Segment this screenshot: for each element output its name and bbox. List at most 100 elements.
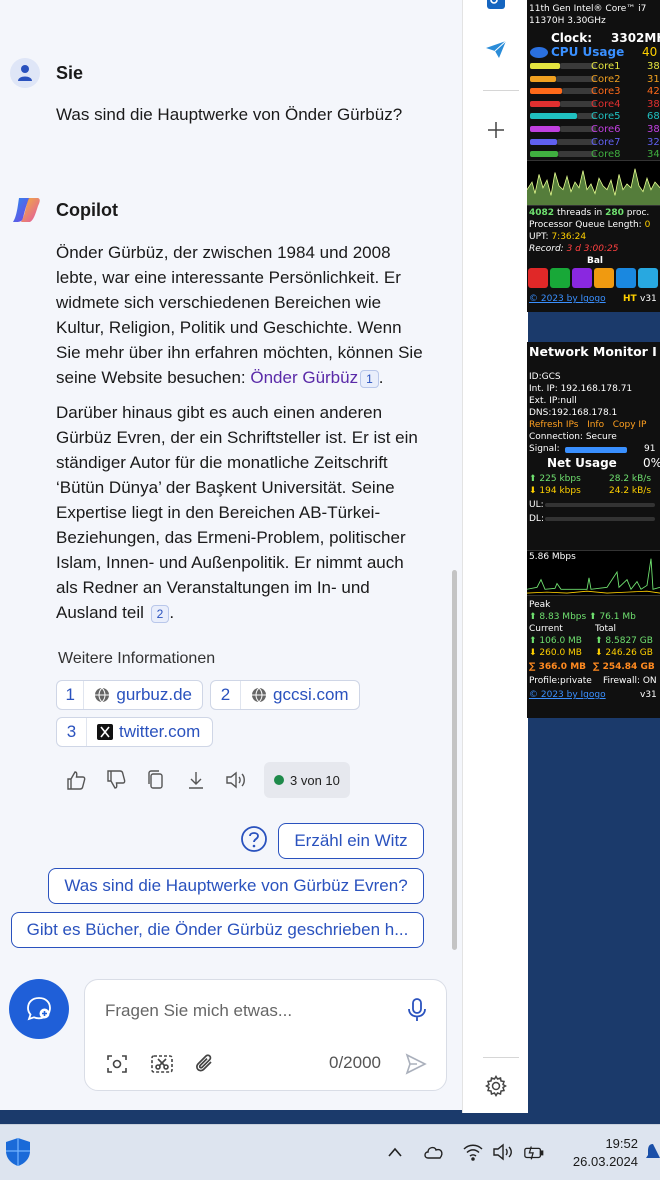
power-icon[interactable] [528, 268, 548, 288]
signal-value: 91 [644, 444, 656, 454]
add-icon[interactable] [485, 119, 507, 141]
dl-bar [545, 517, 655, 521]
system-clock[interactable]: 19:52 26.03.2024 [573, 1135, 638, 1171]
cloud-icon[interactable] [423, 1141, 445, 1163]
camera-scan-icon[interactable] [105, 1052, 129, 1076]
core-bar-track [556, 75, 596, 82]
battery-icon[interactable] [523, 1141, 545, 1163]
send-plane-icon[interactable] [485, 38, 507, 60]
core-value: 32 [647, 136, 660, 148]
speaker-icon[interactable] [224, 768, 248, 792]
cpu-usage-label: CPU Usage [551, 45, 625, 59]
chat-input[interactable]: Fragen Sie mich etwas... [105, 1001, 292, 1021]
download-speed: ⬇ 194 kbps [529, 486, 581, 496]
outlook-icon[interactable] [485, 0, 507, 14]
scrollbar[interactable] [452, 570, 457, 950]
status-dot [274, 775, 284, 785]
suggestion-button-2[interactable]: Was sind die Hauptwerke von Gürbüz Evren… [48, 868, 424, 904]
sum-total: ∑ 254.84 GB [593, 662, 655, 672]
wifi-icon[interactable] [462, 1141, 484, 1163]
paragraph-1-end: . [378, 368, 384, 387]
shutdown-icon[interactable] [594, 268, 614, 288]
uptime-line: UPT: 7:36:24 [529, 232, 587, 242]
total-download: ⬇ 246.26 GB [595, 648, 653, 658]
core-label: Core2 [591, 73, 621, 85]
suggestion-button-1[interactable]: Erzähl ein Witz [278, 823, 424, 859]
globe-icon [94, 687, 110, 703]
microphone-icon[interactable] [406, 997, 428, 1023]
core-value: 38 [647, 124, 660, 135]
screenshot-icon[interactable] [150, 1052, 174, 1076]
source-number: 3 [57, 718, 87, 746]
peak-label: Peak [529, 600, 551, 610]
core-label: Core1 [591, 61, 621, 72]
clock-time: 19:52 [605, 1136, 638, 1151]
paragraph-2-end: . [169, 603, 175, 622]
logoff-icon[interactable] [616, 268, 636, 288]
threads-line: 4082 threads in 280 proc. [529, 208, 650, 218]
volume-icon[interactable] [492, 1141, 514, 1163]
cpu-monitor-widget: 11th Gen Intel® Core™ i7 11370H 3.30GHz … [527, 0, 660, 312]
net-copyright-link[interactable]: © 2023 by Igogo [529, 690, 606, 701]
info-link[interactable]: Info [587, 420, 604, 430]
lock-icon[interactable] [638, 268, 658, 288]
cpu-copyright-link[interactable]: © 2023 by Igogo [529, 294, 606, 305]
chat-composer[interactable]: Fragen Sie mich etwas... 0/2000 [84, 979, 447, 1091]
core-usage-bar [530, 63, 560, 69]
defender-shield-icon[interactable] [4, 1137, 32, 1167]
core-label: Core5 [591, 111, 621, 123]
intel-logo-icon [530, 47, 548, 58]
citation-2[interactable]: 2 [150, 604, 170, 623]
core-usage-bar [530, 88, 562, 95]
source-domain: gccsi.com [273, 685, 349, 704]
thumbs-down-icon[interactable] [104, 768, 128, 792]
core-usage-bar [530, 151, 558, 158]
ul-bar [545, 503, 655, 507]
signal-label: Signal: [529, 444, 560, 454]
copilot-message-header: Copilot [10, 196, 118, 224]
citation-1[interactable]: 1 [360, 369, 379, 388]
user-name: Sie [56, 62, 84, 83]
response-counter: 3 von 10 [264, 762, 350, 798]
source-link-2[interactable]: 2 gccsi.com [210, 680, 360, 710]
queue-line: Processor Queue Length: 0 [529, 220, 651, 230]
source-number: 2 [211, 681, 241, 709]
signal-bar [565, 447, 627, 453]
core-label: Core7 [591, 136, 621, 148]
new-topic-button[interactable] [9, 979, 69, 1039]
chevron-up-icon[interactable] [384, 1141, 406, 1163]
refresh-ips-link[interactable]: Refresh IPs [529, 420, 578, 430]
graph-scale-label: 5.86 Mbps [529, 552, 576, 562]
current-download: ⬇ 260.0 MB [529, 648, 582, 658]
rail-divider [483, 1057, 519, 1058]
download-icon[interactable] [184, 768, 208, 792]
copy-icon[interactable] [144, 768, 168, 792]
help-icon[interactable] [240, 825, 268, 853]
external-ip: Ext. IP:null [529, 396, 577, 406]
response-paragraph-1: Önder Gürbüz, der zwischen 1984 und 2008… [56, 240, 426, 390]
source-link-3[interactable]: 3 twitter.com [56, 717, 213, 747]
paragraph-1-text: Önder Gürbüz, der zwischen 1984 und 2008… [56, 243, 423, 387]
website-link[interactable]: Önder Gürbüz [250, 368, 358, 387]
cpu-version: v31 [640, 294, 657, 304]
source-link-1[interactable]: 1 gurbuz.de [56, 680, 203, 710]
notification-bell-icon[interactable] [646, 1141, 660, 1163]
more-info-label: Weitere Informationen [58, 650, 216, 667]
send-icon[interactable] [404, 1052, 428, 1076]
counter-text: 3 von 10 [290, 772, 340, 788]
sleep-icon[interactable] [572, 268, 592, 288]
settings-gear-icon[interactable] [485, 1075, 507, 1097]
net-usage-value: 0% [643, 456, 660, 470]
core-value: 31 [647, 73, 660, 85]
restart-icon[interactable] [550, 268, 570, 288]
clock-value: 3302MH [611, 31, 660, 45]
core-value: 38 [647, 61, 660, 72]
attachment-icon[interactable] [193, 1052, 217, 1076]
thumbs-up-icon[interactable] [64, 768, 88, 792]
core-value: 38 [647, 98, 660, 110]
core-value: 42 [647, 86, 660, 98]
globe-icon [251, 687, 267, 703]
core-value: 34 [647, 149, 660, 161]
suggestion-button-3[interactable]: Gibt es Bücher, die Önder Gürbüz geschri… [11, 912, 424, 948]
copy-ip-link[interactable]: Copy IP [613, 420, 647, 430]
